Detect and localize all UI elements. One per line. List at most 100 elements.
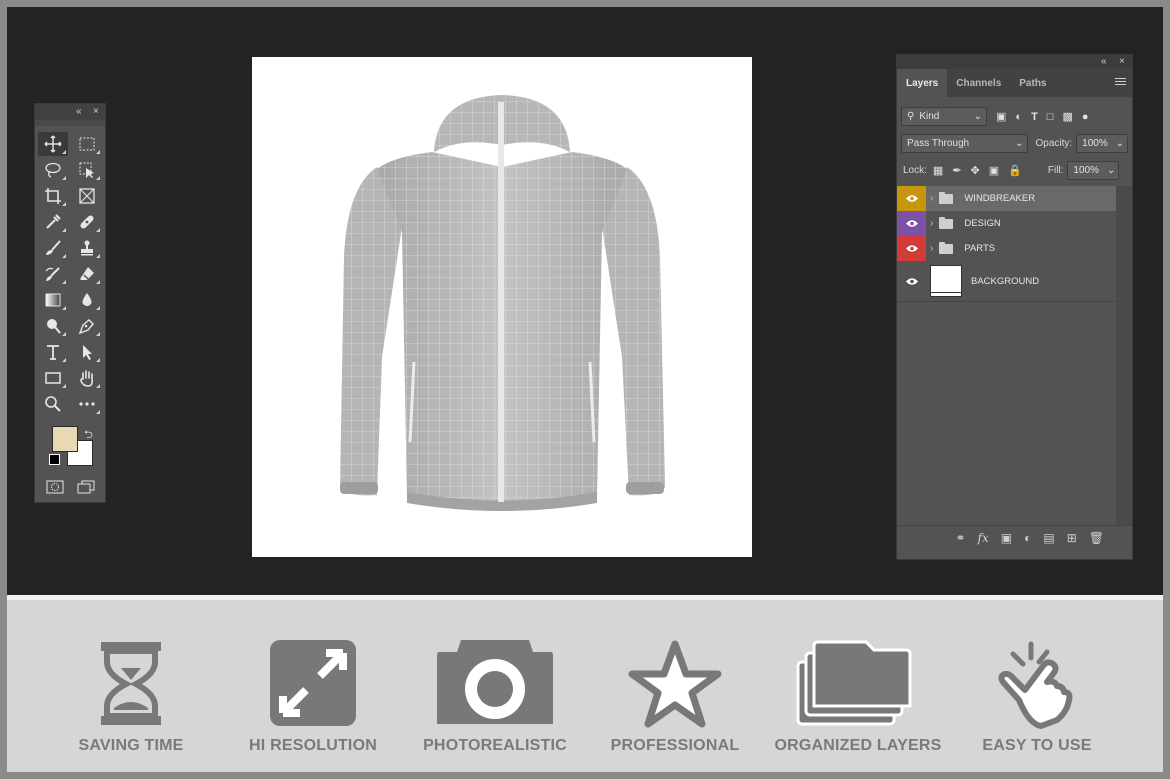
chevron-right-icon[interactable]: › — [930, 218, 933, 229]
more-tools[interactable] — [72, 392, 102, 416]
healing-tool[interactable] — [72, 210, 102, 234]
tools-panel: « × ⮌ — [34, 103, 106, 503]
feature-photorealistic — [405, 640, 585, 735]
fill-field[interactable]: 100% ⌄ — [1067, 161, 1120, 180]
layer-row-parts[interactable]: › PARTS — [897, 236, 1116, 262]
blur-tool-icon — [82, 293, 92, 306]
new-layer-icon[interactable]: ⊞ — [1067, 531, 1077, 545]
new-group-icon[interactable]: ▤ — [1043, 531, 1054, 545]
fx-icon[interactable]: fx — [978, 531, 989, 545]
path-select-tool[interactable] — [72, 340, 102, 364]
opacity-label: Opacity: — [1035, 138, 1073, 149]
chevron-down-icon: ⌄ — [1115, 138, 1124, 149]
stamp-tool[interactable] — [72, 236, 102, 260]
feature-label: SAVING TIME — [78, 737, 184, 754]
layer-thumbnail — [930, 265, 962, 297]
lasso-tool[interactable] — [38, 158, 68, 182]
collapse-icon[interactable]: « — [76, 106, 82, 117]
lock-artboard-icon[interactable]: ▣ — [989, 164, 999, 177]
marquee-tool-icon — [79, 137, 95, 151]
hand-tool[interactable] — [72, 366, 102, 390]
pixel-filter-icon[interactable]: ▣ — [996, 110, 1006, 123]
screen-mode-icon[interactable] — [77, 480, 95, 494]
chevron-down-icon: ⌄ — [1015, 138, 1024, 149]
eraser-tool[interactable] — [72, 262, 102, 286]
gradient-tool[interactable] — [38, 288, 68, 312]
blend-mode-select[interactable]: Pass Through ⌄ — [901, 134, 1029, 153]
feature-hi-resolution — [223, 640, 403, 735]
layers-scrollbar[interactable] — [1116, 186, 1132, 526]
expand-icon — [270, 640, 356, 726]
path-select-tool-icon — [83, 345, 92, 360]
lock-all-icon[interactable]: 🔒 — [1008, 164, 1022, 177]
smart-object-filter-icon[interactable]: ▩ — [1062, 110, 1072, 123]
layers-panel-titlebar: « × — [897, 55, 1132, 69]
layer-name: WINDBREAKER — [964, 193, 1036, 204]
frame-tool[interactable] — [72, 184, 102, 208]
visibility-eye-icon[interactable] — [897, 261, 926, 301]
type-tool-icon — [47, 345, 59, 360]
close-icon[interactable]: × — [1119, 56, 1125, 67]
layer-row-windbreaker[interactable]: › WINDBREAKER — [897, 186, 1116, 212]
document-canvas[interactable] — [252, 57, 752, 557]
visibility-eye-icon[interactable] — [897, 211, 926, 236]
layer-row-background[interactable]: BACKGROUND — [897, 261, 1116, 302]
quick-mask-icon[interactable] — [46, 480, 64, 494]
zoom-tool[interactable] — [38, 392, 68, 416]
shape-filter-icon[interactable]: □ — [1047, 111, 1054, 123]
feature-easy-to-use — [947, 640, 1127, 735]
foreground-color-swatch[interactable] — [52, 426, 78, 452]
lock-transparency-icon[interactable]: ▦ — [933, 164, 943, 177]
visibility-eye-icon[interactable] — [897, 186, 926, 211]
blur-tool[interactable] — [72, 288, 102, 312]
crop-tool[interactable] — [38, 184, 68, 208]
layer-row-design[interactable]: › DESIGN — [897, 211, 1116, 237]
brush-tool[interactable] — [38, 236, 68, 260]
tab-paths[interactable]: Paths — [1010, 69, 1055, 97]
object-select-tool[interactable] — [72, 158, 102, 182]
tab-channels[interactable]: Channels — [947, 69, 1010, 97]
frame-tool-icon — [79, 188, 95, 204]
feature-label: PROFESSIONAL — [610, 737, 740, 754]
pen-tool[interactable] — [72, 314, 102, 338]
collapse-icon[interactable]: « — [1101, 56, 1107, 67]
delete-layer-icon[interactable]: 🗑 — [1089, 531, 1104, 545]
type-filter-icon[interactable]: T — [1031, 111, 1038, 123]
rectangle-tool[interactable] — [38, 366, 68, 390]
lock-position-icon[interactable]: ✥ — [971, 164, 980, 177]
add-mask-icon[interactable]: ▣ — [1001, 531, 1012, 545]
camera-icon — [437, 640, 553, 724]
pen-tool-icon — [78, 319, 94, 335]
opacity-value: 100% — [1082, 138, 1108, 149]
feature-label: ORGANIZED LAYERS — [774, 737, 942, 754]
tab-layers[interactable]: Layers — [897, 69, 948, 97]
chevron-right-icon[interactable]: › — [930, 243, 933, 254]
lock-pixels-icon[interactable]: ✒ — [952, 164, 961, 177]
eyedropper-tool-icon — [46, 214, 61, 229]
star-icon — [628, 640, 722, 728]
type-tool[interactable] — [38, 340, 68, 364]
marquee-tool[interactable] — [72, 132, 102, 156]
history-brush-tool[interactable] — [38, 262, 68, 286]
chevron-right-icon[interactable]: › — [930, 193, 933, 204]
adjustment-layer-icon[interactable]: ◐ — [1024, 531, 1031, 545]
filter-toggle-icon[interactable]: ● — [1082, 111, 1089, 123]
adjustment-filter-icon[interactable]: ◐ — [1015, 111, 1022, 123]
opacity-field[interactable]: 100% ⌄ — [1076, 134, 1128, 153]
filter-kind-value: Kind — [919, 111, 940, 122]
panel-menu-icon[interactable] — [1115, 78, 1126, 87]
move-tool[interactable] — [38, 132, 68, 156]
stamp-tool-icon — [81, 240, 93, 256]
chevron-down-icon: ⌄ — [973, 111, 982, 122]
pointing-hand-icon — [998, 641, 1073, 729]
search-icon: ⚲ — [907, 111, 915, 122]
filter-kind-select[interactable]: ⚲ Kind ⌄ — [901, 107, 987, 126]
link-layers-icon[interactable]: ⚭ — [955, 531, 965, 545]
dodge-tool[interactable] — [38, 314, 68, 338]
eyedropper-tool[interactable] — [38, 210, 68, 234]
default-colors-icon[interactable] — [49, 454, 60, 465]
close-icon[interactable]: × — [93, 106, 99, 117]
swap-colors-icon[interactable]: ⮌ — [84, 426, 93, 445]
visibility-eye-icon[interactable] — [897, 236, 926, 261]
folder-icon — [939, 216, 954, 229]
